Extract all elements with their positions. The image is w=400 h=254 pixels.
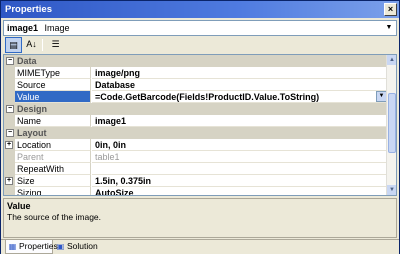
property-name[interactable]: Location xyxy=(15,139,91,151)
close-button[interactable]: × xyxy=(384,3,397,16)
object-name: image1 xyxy=(7,23,39,33)
property-name[interactable]: Sizing xyxy=(15,187,91,195)
category-label: Design xyxy=(17,104,48,114)
property-value[interactable]: 0in, 0in xyxy=(92,139,387,151)
solution-explorer-icon: ▣ xyxy=(56,242,65,251)
property-value[interactable]: image/png xyxy=(92,67,387,79)
tab-label: Properties xyxy=(19,241,58,251)
property-value[interactable]: image1 xyxy=(92,115,387,127)
property-value[interactable] xyxy=(92,163,387,175)
tab-label: Solution Explorer xyxy=(67,241,98,251)
description-text: The source of the image. xyxy=(7,212,102,222)
row-gutter xyxy=(4,115,15,127)
expand-icon[interactable]: + xyxy=(5,177,13,185)
property-pages-icon: ☰ xyxy=(51,39,60,49)
row-gutter xyxy=(4,163,15,175)
property-row[interactable]: Name image1 xyxy=(4,115,387,127)
toolbar-separator xyxy=(42,39,43,51)
close-icon: × xyxy=(387,4,394,14)
property-name[interactable]: Source xyxy=(15,79,91,91)
property-row[interactable]: Parent table1 xyxy=(4,151,387,163)
properties-toolbar: ▤ A↓ ☰ xyxy=(3,37,397,54)
property-name[interactable]: RepeatWith xyxy=(15,163,91,175)
title-bar[interactable]: Properties × xyxy=(1,1,399,18)
category-row[interactable]: − Layout xyxy=(4,127,387,139)
alphabetical-icon: A↓ xyxy=(26,39,37,49)
property-row[interactable]: Source Database xyxy=(4,79,387,91)
property-value[interactable]: table1 xyxy=(92,151,387,163)
object-type: Image xyxy=(44,23,70,33)
categorized-icon: ▤ xyxy=(9,40,18,50)
properties-icon: ▦ xyxy=(8,242,17,251)
property-row[interactable]: MIMEType image/png xyxy=(4,67,387,79)
alphabetical-button[interactable]: A↓ xyxy=(23,37,40,53)
category-label: Layout xyxy=(17,128,47,138)
property-name[interactable]: Size xyxy=(15,175,91,187)
property-row[interactable]: Sizing AutoSize xyxy=(4,187,387,195)
chevron-down-icon[interactable]: ▼ xyxy=(383,22,395,34)
property-pages-button[interactable]: ☰ xyxy=(47,37,64,53)
row-gutter xyxy=(4,151,15,163)
category-label: Data xyxy=(17,56,37,66)
category-row[interactable]: − Data xyxy=(4,55,387,67)
vertical-scrollbar[interactable]: ▲ ▼ xyxy=(386,55,396,195)
property-value[interactable]: Database xyxy=(92,79,387,91)
description-panel: Value The source of the image. xyxy=(3,198,397,238)
collapse-icon[interactable]: − xyxy=(6,129,14,137)
row-gutter xyxy=(4,67,15,79)
property-name[interactable]: Parent xyxy=(15,151,91,163)
properties-window: Properties × image1 Image ▼ ▤ A↓ ☰ − Data… xyxy=(0,0,400,254)
property-row[interactable]: RepeatWith xyxy=(4,163,387,175)
property-row[interactable]: Value =Code.GetBarcode(Fields!ProductID.V… xyxy=(4,91,387,103)
categorized-button[interactable]: ▤ xyxy=(5,37,22,53)
scrollbar-thumb[interactable] xyxy=(388,93,396,153)
object-selector[interactable]: image1 Image ▼ xyxy=(3,20,397,36)
collapse-icon[interactable]: − xyxy=(6,57,14,65)
description-title: Value xyxy=(7,201,31,211)
property-row[interactable]: + Location 0in, 0in xyxy=(4,139,387,151)
category-row[interactable]: − Design xyxy=(4,103,387,115)
property-grid: − Data MIMEType image/png Source Database Valu… xyxy=(3,54,397,196)
property-name[interactable]: MIMEType xyxy=(15,67,91,79)
row-gutter xyxy=(4,187,15,195)
scroll-down-icon[interactable]: ▼ xyxy=(387,185,396,195)
window-title: Properties xyxy=(5,4,52,15)
collapse-icon[interactable]: − xyxy=(6,105,14,113)
property-value[interactable]: AutoSize xyxy=(92,187,387,195)
property-name[interactable]: Value xyxy=(15,91,91,103)
bottom-tabs: ▦ Properties ▣ Solution Explorer xyxy=(1,239,399,254)
scroll-up-icon[interactable]: ▲ xyxy=(387,55,396,65)
row-gutter xyxy=(4,91,15,103)
expand-icon[interactable]: + xyxy=(5,141,13,149)
property-value[interactable]: =Code.GetBarcode(Fields!ProductID.Value.… xyxy=(92,91,387,103)
property-row[interactable]: + Size 1.5in, 0.375in xyxy=(4,175,387,187)
row-gutter xyxy=(4,79,15,91)
tab-properties[interactable]: ▦ Properties xyxy=(5,240,58,254)
property-value[interactable]: 1.5in, 0.375in xyxy=(92,175,387,187)
tab-solution-explorer[interactable]: ▣ Solution Explorer xyxy=(54,240,126,254)
property-name[interactable]: Name xyxy=(15,115,91,127)
